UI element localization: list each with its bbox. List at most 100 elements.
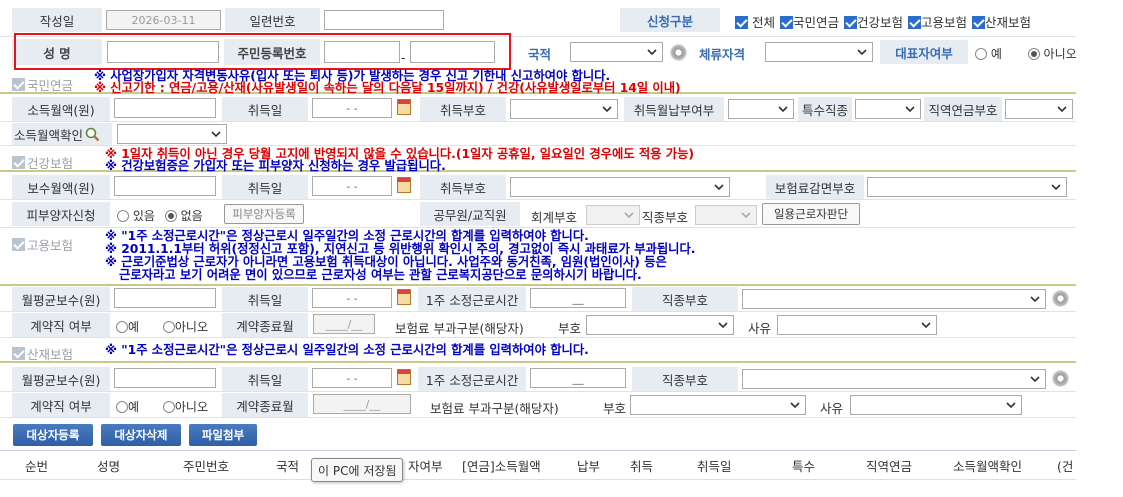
- employment-avg-pay-label: 월평균보수(원): [12, 287, 110, 311]
- health-section-toggle[interactable]: 건강보험: [12, 153, 73, 172]
- col-rrn: 주민번호: [183, 459, 230, 474]
- pension-acq-date-input[interactable]: - -: [312, 98, 392, 118]
- pension-section-toggle[interactable]: 국민연금: [12, 75, 73, 94]
- industrial-avg-pay-input[interactable]: [114, 368, 216, 388]
- representative-yes-radio[interactable]: 예: [975, 47, 1002, 61]
- daily-worker-button[interactable]: 일용근로자판단: [762, 203, 860, 225]
- col-nationality: 국적: [276, 459, 300, 474]
- col-income-confirm: 소득월액확인: [953, 459, 1023, 474]
- residence-select[interactable]: [765, 42, 873, 62]
- apply-option-pension[interactable]: 국민연금: [780, 12, 839, 31]
- industrial-section-toggle[interactable]: 산재보험: [12, 344, 73, 363]
- pension-acq-pay-label: 취득월납부여부: [624, 97, 724, 121]
- search-gear-icon[interactable]: [1052, 290, 1069, 307]
- delete-target-button[interactable]: 대상자삭제: [101, 424, 181, 446]
- industrial-note-1: ※ "1주 소정근로시간"은 정상근로시 일주일간의 소정 근로시간의 합계를 …: [105, 343, 589, 357]
- pension-income-label: 소득월액(원): [12, 97, 110, 121]
- register-target-button[interactable]: 대상자등록: [13, 424, 93, 446]
- industrial-contract-yes-radio[interactable]: 예: [116, 400, 139, 414]
- apply-option-health[interactable]: 건강보험: [844, 12, 903, 31]
- health-reduction-select[interactable]: [867, 177, 1067, 197]
- calendar-icon[interactable]: [397, 369, 411, 385]
- pension-special-job-label: 특수직종: [798, 97, 852, 121]
- written-date-label: 작성일: [12, 8, 102, 32]
- industrial-contract-end-input[interactable]: ____/__: [313, 394, 411, 414]
- pension-special-job-select[interactable]: [855, 99, 921, 119]
- pension-acq-code-select[interactable]: [510, 99, 618, 119]
- apply-option-employment[interactable]: 고용보험: [908, 12, 967, 31]
- calendar-icon[interactable]: [397, 99, 411, 115]
- nationality-label: 국적: [528, 47, 552, 62]
- nationality-select[interactable]: [570, 42, 663, 62]
- industrial-weekly-hours-input[interactable]: __: [530, 368, 626, 388]
- radio-icon: [1027, 48, 1040, 60]
- radio-icon: [162, 321, 175, 333]
- health-acq-date-input[interactable]: - -: [312, 176, 392, 196]
- employment-note-4: 근로자라고 보기 어려운 면이 있으므로 근로자성 여부는 관할 근로복지공단으…: [119, 268, 642, 282]
- apply-option-industrial[interactable]: 산재보험: [972, 12, 1031, 31]
- health-acq-code-label: 취득부호: [420, 175, 506, 199]
- chevron-down-icon: [1030, 296, 1040, 303]
- health-acq-date-label: 취득일: [222, 175, 308, 199]
- serial-no-field[interactable]: [324, 10, 444, 30]
- search-gear-icon[interactable]: [670, 44, 687, 61]
- health-reduction-label: 보험료감면부호: [766, 175, 864, 199]
- industrial-code-select[interactable]: [630, 395, 806, 415]
- industrial-jobcode-select[interactable]: [742, 369, 1046, 389]
- industrial-weekly-hours-label: 1주 소정근로시간: [418, 367, 526, 391]
- pension-income-confirm-select[interactable]: [117, 124, 227, 144]
- search-icon[interactable]: [85, 127, 100, 142]
- dependent-register-button[interactable]: 피부양자등록: [224, 204, 304, 224]
- apply-option-all[interactable]: 전체: [735, 12, 775, 31]
- employment-avg-pay-input[interactable]: [114, 288, 216, 308]
- industrial-contract-radios: 예 아니오: [116, 398, 208, 415]
- contract-no-radio[interactable]: 아니오: [162, 320, 208, 334]
- industrial-premium-label: 보험료 부과구분(해당자): [430, 401, 559, 416]
- industrial-contract-no-radio[interactable]: 아니오: [162, 400, 208, 414]
- health-jobcode-select[interactable]: [695, 205, 757, 225]
- employment-contract-end-label: 계약종료월: [222, 313, 308, 337]
- checkbox-icon: [908, 16, 922, 29]
- dependent-no-radio[interactable]: 없음: [164, 209, 203, 223]
- representative-radios: 예 아니오: [975, 45, 1077, 62]
- industrial-jobcode-label: 직종부호: [632, 367, 738, 391]
- chevron-down-icon: [905, 106, 915, 113]
- checkbox-icon: [735, 16, 748, 29]
- pension-job-pension-select[interactable]: [1005, 99, 1073, 119]
- health-acq-code-select[interactable]: [510, 177, 730, 197]
- checkbox-icon: [780, 16, 793, 29]
- chevron-down-icon: [602, 106, 612, 113]
- employment-contract-label: 계약직 여부: [12, 313, 110, 337]
- written-date-field[interactable]: 2026-03-11: [106, 10, 221, 30]
- industrial-acq-date-input[interactable]: - -: [312, 368, 392, 388]
- employment-contract-end-input[interactable]: ____/__: [313, 314, 375, 334]
- representative-no-radio[interactable]: 아니오: [1027, 47, 1077, 61]
- attach-file-button[interactable]: 파일첨부: [189, 424, 257, 446]
- col-name: 성명: [97, 459, 121, 474]
- employment-jobcode-label: 직종부호: [632, 287, 738, 311]
- industrial-reason-select[interactable]: [850, 395, 1022, 415]
- contract-yes-radio[interactable]: 예: [116, 320, 139, 334]
- chevron-down-icon: [741, 212, 751, 219]
- employment-weekly-hours-input[interactable]: __: [530, 288, 626, 308]
- employment-jobcode-select[interactable]: [742, 289, 1046, 309]
- employment-reason-select[interactable]: [777, 315, 937, 335]
- pension-acq-pay-select[interactable]: [728, 99, 794, 119]
- checkbox-icon: [844, 16, 858, 29]
- apply-type-label: 신청구분: [620, 8, 720, 32]
- checkbox-icon: [12, 156, 25, 169]
- col-special: 특수: [792, 459, 816, 474]
- health-note-2: ※ 건강보험증은 가입자 또는 피부양자 신청하는 경우 발급됩니다.: [105, 159, 446, 173]
- chevron-down-icon: [857, 49, 867, 56]
- calendar-icon[interactable]: [397, 289, 411, 305]
- health-account-select[interactable]: [586, 205, 640, 225]
- health-pay-input[interactable]: [114, 176, 216, 196]
- calendar-icon[interactable]: [397, 177, 411, 193]
- search-gear-icon[interactable]: [1052, 370, 1069, 387]
- employment-section-toggle[interactable]: 고용보험: [12, 235, 73, 254]
- employment-code-select[interactable]: [586, 315, 734, 335]
- pension-income-input[interactable]: [114, 98, 216, 118]
- radio-icon: [116, 401, 128, 413]
- employment-acq-date-input[interactable]: - -: [312, 288, 392, 308]
- dependent-yes-radio[interactable]: 있음: [117, 209, 155, 223]
